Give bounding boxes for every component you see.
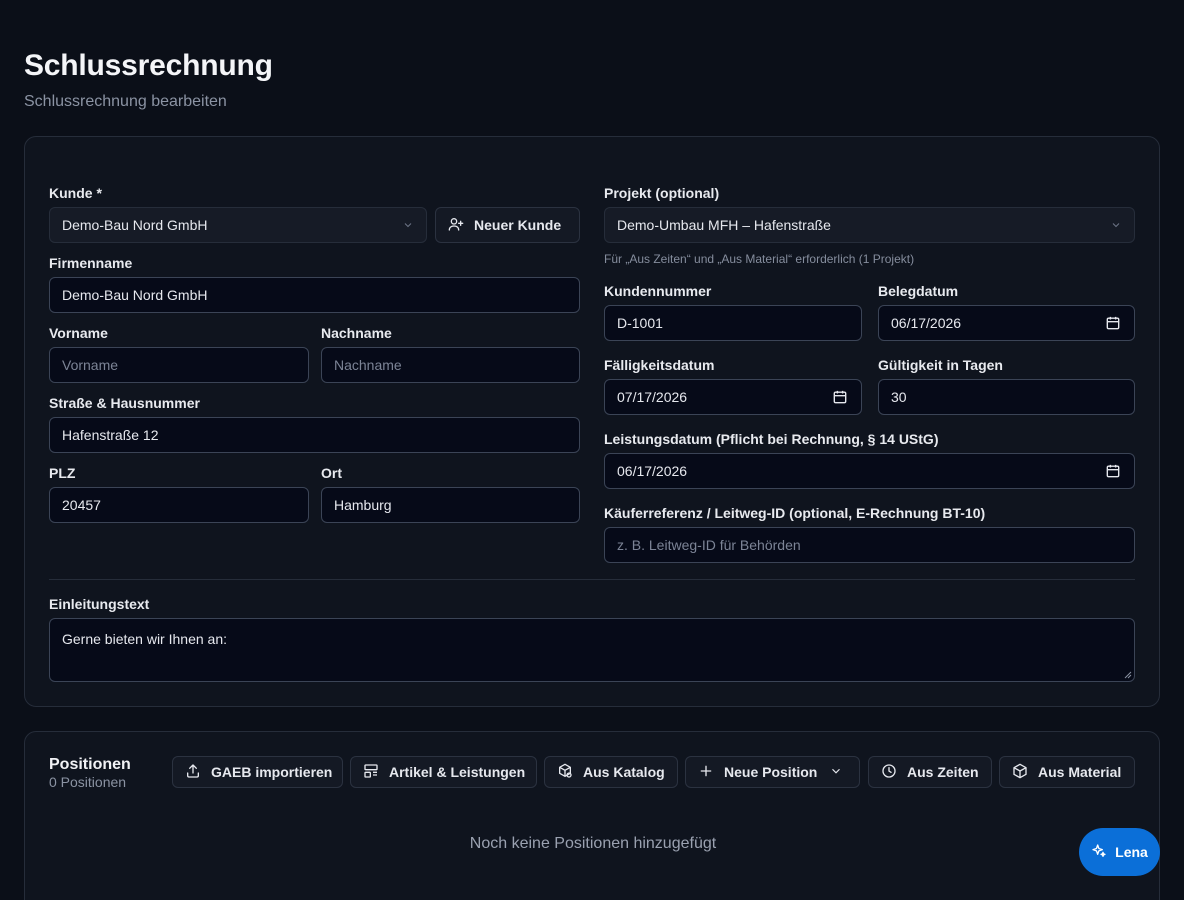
page-subtitle: Schlussrechnung bearbeiten (24, 93, 227, 110)
new-position-button[interactable]: Neue Position (685, 756, 860, 788)
city-input[interactable]: Hamburg (321, 487, 580, 523)
company-label: Firmenname (49, 255, 133, 271)
from-times-button[interactable]: Aus Zeiten (868, 756, 992, 788)
city-label: Ort (321, 465, 342, 481)
upload-icon (185, 763, 201, 782)
customer-number-label: Kundennummer (604, 283, 712, 299)
gaeb-import-label: GAEB importieren (211, 764, 333, 780)
catalog-button[interactable]: Aus Katalog (544, 756, 678, 788)
from-material-button[interactable]: Aus Material (999, 756, 1135, 788)
calendar-icon[interactable] (1106, 464, 1120, 478)
intro-text: Gerne bieten wir Ihnen an: (62, 631, 227, 647)
sparkles-icon (1091, 843, 1107, 862)
customer-select[interactable]: Demo-Bau Nord GmbH (49, 207, 427, 243)
project-select[interactable]: Demo-Umbau MFH – Hafenstraße (604, 207, 1135, 243)
validity-input[interactable]: 30 (878, 379, 1135, 415)
customer-label: Kunde * (49, 185, 102, 201)
chevron-down-icon (829, 764, 843, 781)
service-date-label: Leistungsdatum (Pflicht bei Rechnung, § … (604, 431, 939, 447)
document-date-input[interactable]: 06/17/2026 (878, 305, 1135, 341)
resize-handle-icon[interactable] (1124, 671, 1132, 679)
positions-card: Positionen 0 Positionen GAEB importieren… (24, 731, 1160, 900)
clock-icon (881, 763, 897, 782)
last-name-input[interactable]: Nachname (321, 347, 580, 383)
due-date-input[interactable]: 07/17/2026 (604, 379, 862, 415)
positions-count: 0 Positionen (49, 774, 127, 790)
street-input[interactable]: Hafenstraße 12 (49, 417, 580, 453)
street-label: Straße & Hausnummer (49, 395, 200, 411)
plus-icon (698, 763, 714, 782)
intro-label: Einleitungstext (49, 596, 150, 612)
zip-label: PLZ (49, 465, 76, 481)
form-divider (49, 579, 1135, 580)
chevron-down-icon (1110, 208, 1122, 231)
project-select-value: Demo-Umbau MFH – Hafenstraße (617, 217, 831, 233)
last-name-label: Nachname (321, 325, 392, 341)
from-material-label: Aus Material (1038, 764, 1122, 780)
assistant-label: Lena (1115, 844, 1148, 860)
from-times-label: Aus Zeiten (907, 764, 979, 780)
intro-textarea[interactable]: Gerne bieten wir Ihnen an: (49, 618, 1135, 682)
new-customer-button[interactable]: Neuer Kunde (435, 207, 580, 243)
page-title: Schlussrechnung (24, 49, 273, 82)
document-date-label: Belegdatum (878, 283, 959, 299)
assistant-button[interactable]: Lena (1079, 828, 1160, 876)
user-plus-icon (448, 216, 464, 235)
gaeb-import-button[interactable]: GAEB importieren (172, 756, 343, 788)
calendar-icon[interactable] (833, 390, 847, 404)
validity-label: Gültigkeit in Tagen (878, 357, 1003, 373)
calendar-icon[interactable] (1106, 316, 1120, 330)
chevron-down-icon (402, 208, 414, 231)
due-date-value: 07/17/2026 (617, 389, 688, 405)
document-date-value: 06/17/2026 (891, 315, 962, 331)
customer-number-input[interactable]: D-1001 (604, 305, 862, 341)
service-date-input[interactable]: 06/17/2026 (604, 453, 1135, 489)
articles-button[interactable]: Artikel & Leistungen (350, 756, 537, 788)
project-label: Projekt (optional) (604, 185, 720, 201)
new-customer-label: Neuer Kunde (474, 217, 562, 233)
project-hint: Für „Aus Zeiten“ und „Aus Material“ erfo… (604, 252, 915, 266)
company-input[interactable]: Demo-Bau Nord GmbH (49, 277, 580, 313)
package-search-icon (557, 763, 573, 782)
empty-positions-message: Noch keine Positionen hinzugefügt (469, 835, 717, 852)
zip-input[interactable]: 20457 (49, 487, 309, 523)
new-position-label: Neue Position (724, 764, 818, 780)
buyer-reference-label: Käuferreferenz / Leitweg-ID (optional, E… (604, 505, 986, 521)
buyer-reference-input[interactable]: z. B. Leitweg-ID für Behörden (604, 527, 1135, 563)
service-date-value: 06/17/2026 (617, 463, 688, 479)
layout-icon (363, 763, 379, 782)
first-name-label: Vorname (49, 325, 108, 341)
customer-select-value: Demo-Bau Nord GmbH (62, 217, 208, 233)
positions-title: Positionen (49, 756, 131, 773)
due-date-label: Fälligkeitsdatum (604, 357, 715, 373)
box-icon (1012, 763, 1028, 782)
first-name-input[interactable]: Vorname (49, 347, 309, 383)
page-header: Schlussrechnung Schlussrechnung bearbeit… (24, 48, 273, 112)
invoice-form-card: Kunde * Demo-Bau Nord GmbH Neuer Kunde F… (24, 136, 1160, 707)
articles-label: Artikel & Leistungen (389, 764, 526, 780)
catalog-label: Aus Katalog (583, 764, 665, 780)
